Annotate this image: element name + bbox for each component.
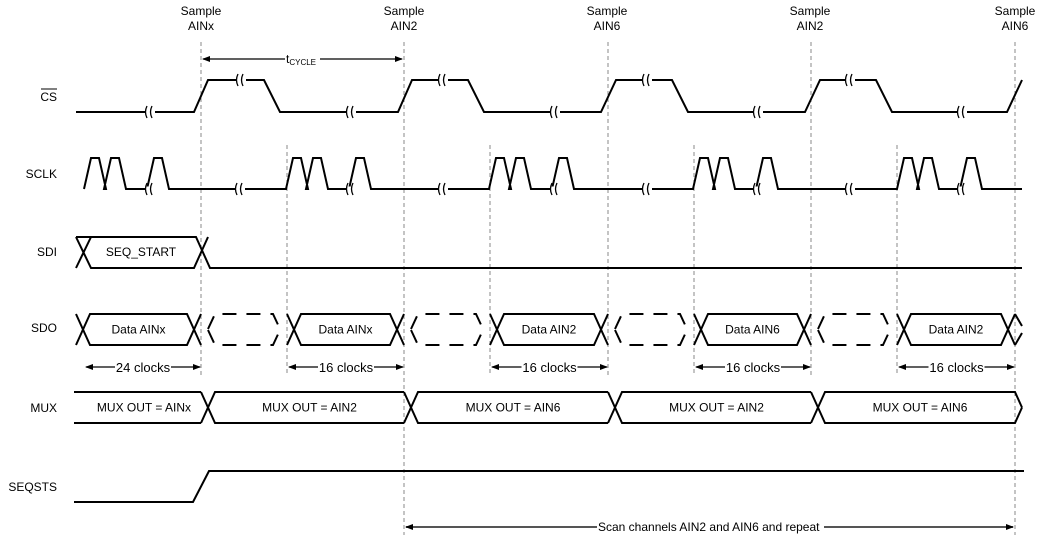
signal-name-sdi: SDI: [37, 245, 57, 259]
sdo-waveform: Data AINx Data AINx Data AIN2 Data AIN6 Data…: [75, 313, 1023, 346]
sdi-frame-label: SEQ_START: [106, 245, 177, 259]
clock-count-annotations: 24 clocks 16 clocks 16 clocks 16 clocks 16 c…: [85, 360, 1015, 375]
mux-frame-label: MUX OUT = AIN2: [669, 401, 764, 415]
cs-trace: [76, 79, 1023, 113]
seqsts-trace: [74, 470, 1024, 503]
timing-diagram: Sample AINx Sample AIN2 Sample AIN6 Samp…: [8, 4, 1036, 535]
sdo-hiz-bottom: [207, 329, 281, 346]
clock-count-label: 16 clocks: [929, 360, 984, 375]
sdi-waveform: SEQ_START: [75, 236, 1022, 269]
sdo-frame-label: Data AINx: [111, 323, 165, 337]
sdo-hiz-top: [207, 313, 281, 330]
clock-count-label: 16 clocks: [522, 360, 577, 375]
sample-channel-4: AIN2: [797, 19, 824, 33]
sdo-end: [1014, 332, 1023, 346]
sdo-hiz-bottom: [410, 329, 484, 346]
mux-waveform: MUX OUT = AINx MUX OUT = AIN2 MUX OUT = AI…: [74, 391, 1023, 424]
sdo-hiz-top: [614, 313, 688, 330]
clock-count-label: 16 clocks: [726, 360, 781, 375]
clock-count-label: 24 clocks: [116, 360, 171, 375]
sample-labels: Sample AINx Sample AIN2 Sample AIN6 Samp…: [181, 4, 1036, 33]
sdo-hiz-bottom: [614, 329, 688, 346]
sample-channel-3: AIN6: [594, 19, 621, 33]
mux-frame-label: MUX OUT = AINx: [97, 401, 191, 415]
seqsts-waveform: [74, 470, 1024, 503]
scan-note: Scan channels AIN2 and AIN6 and repeat: [598, 520, 820, 534]
cs-waveform: [76, 79, 1023, 113]
scan-annotation: Scan channels AIN2 and AIN6 and repeat: [405, 520, 1014, 534]
signal-name-seqsts: SEQSTS: [8, 480, 57, 494]
signal-name-cs: CS: [40, 90, 57, 104]
sdo-end: [1014, 313, 1023, 327]
sdo-frame-label: Data AIN2: [929, 323, 984, 337]
sample-label-1: Sample: [181, 4, 222, 18]
sample-guides: [200, 42, 1016, 535]
mux-frame-label: MUX OUT = AIN6: [466, 401, 561, 415]
sample-channel-1: AINx: [188, 19, 214, 33]
sample-channel-5: AIN6: [1002, 19, 1029, 33]
sdo-hiz-top: [410, 313, 484, 330]
sample-label-5: Sample: [995, 4, 1036, 18]
sdi-frame-top: [76, 236, 1022, 269]
sample-label-3: Sample: [587, 4, 628, 18]
mux-frame-label: MUX OUT = AIN6: [873, 401, 968, 415]
signal-name-sdo: SDO: [31, 321, 57, 335]
sclk-waveform: [83, 157, 1022, 190]
sample-label-2: Sample: [384, 4, 425, 18]
sample-label-4: Sample: [790, 4, 831, 18]
sdo-frame-label: Data AIN6: [725, 323, 780, 337]
tcycle-annotation: tCYCLE: [202, 52, 403, 67]
signal-names: CS SCLK SDI SDO MUX SEQSTS: [8, 88, 57, 494]
signal-name-sclk: SCLK: [26, 167, 57, 181]
clock-count-label: 16 clocks: [319, 360, 374, 375]
sample-channel-2: AIN2: [391, 19, 418, 33]
break-marks: [144, 73, 967, 196]
sdo-hiz-bottom: [817, 329, 891, 346]
sdo-frame-label: Data AIN2: [522, 323, 577, 337]
sdo-hiz-top: [817, 313, 891, 330]
sclk-trace: [83, 157, 1022, 190]
sdo-frame-label: Data AINx: [318, 323, 372, 337]
mux-frame-label: MUX OUT = AIN2: [262, 401, 357, 415]
tcycle-label: tCYCLE: [286, 52, 316, 67]
signal-name-mux: MUX: [30, 401, 57, 415]
